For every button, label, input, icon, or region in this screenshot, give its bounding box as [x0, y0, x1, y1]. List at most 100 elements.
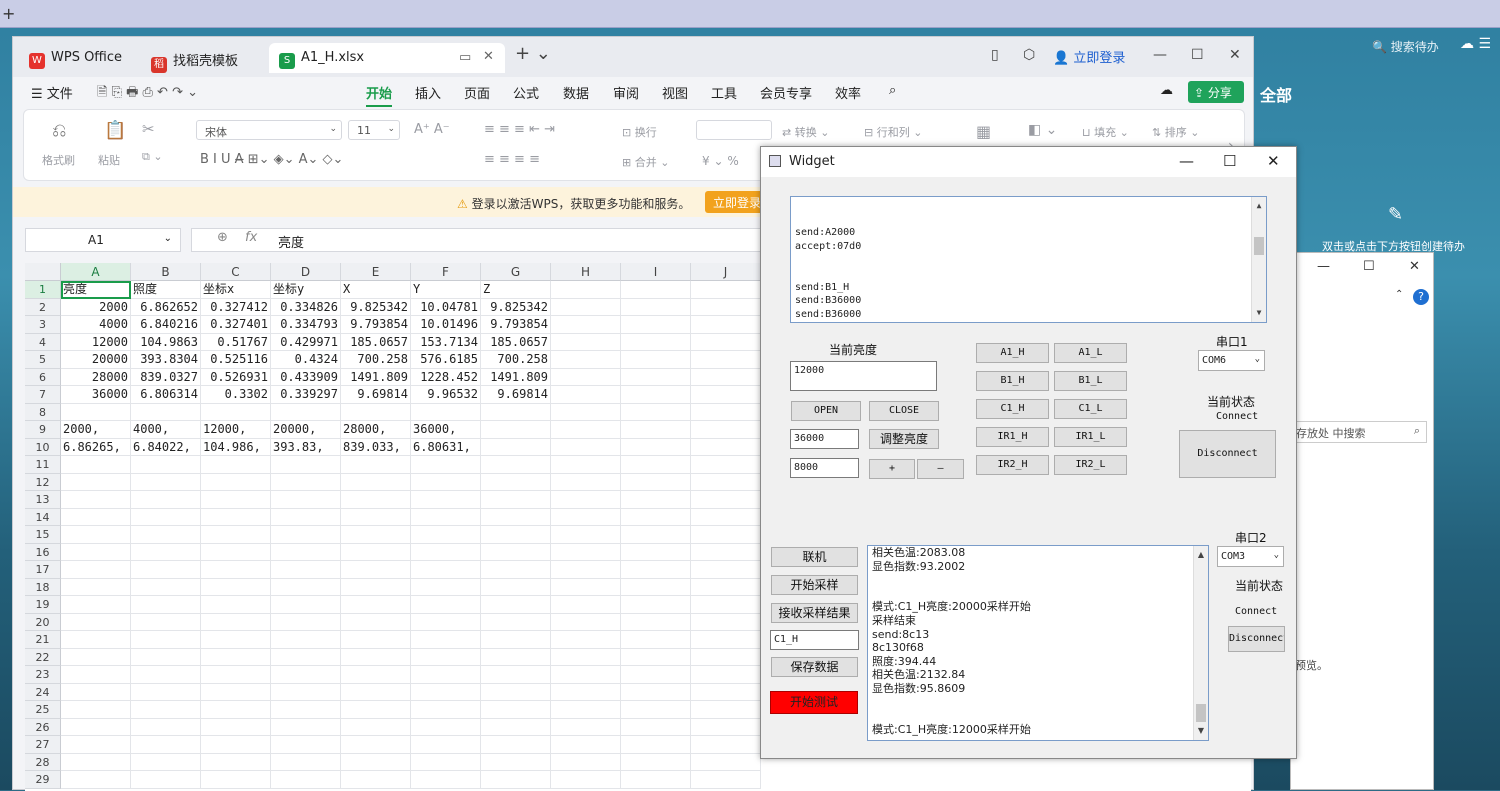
grid-cell[interactable]: 28000 [61, 368, 131, 386]
scroll-up-icon[interactable]: ▲ [1252, 199, 1266, 213]
start-test-button[interactable]: 开始测试 [770, 691, 858, 714]
grid-cell[interactable] [481, 701, 551, 719]
grid-cell[interactable] [481, 456, 551, 474]
grid-cell[interactable] [131, 683, 201, 701]
grid-cell[interactable] [481, 491, 551, 509]
row-header[interactable]: 2 [25, 298, 61, 316]
grid-cell[interactable] [411, 648, 481, 666]
row-header[interactable]: 14 [25, 508, 61, 526]
grid-cell[interactable]: 20000 [61, 351, 131, 369]
minimize-icon[interactable]: — [1153, 47, 1167, 63]
row-header[interactable]: 25 [25, 701, 61, 719]
grid-cell[interactable] [201, 456, 271, 474]
grid-cell[interactable] [411, 403, 481, 421]
grid-cell[interactable]: 0.429971 [271, 333, 341, 351]
rowcol-button[interactable]: ⊟ 行和列 ⌄ [864, 124, 922, 140]
grid-cell[interactable]: 2000 [61, 298, 131, 316]
grid-cell[interactable] [201, 683, 271, 701]
receive-result-button[interactable]: 接收采样结果 [771, 603, 858, 623]
grid-cell[interactable] [131, 666, 201, 684]
connect-button[interactable]: 联机 [771, 547, 858, 567]
grid-cell[interactable] [271, 648, 341, 666]
grid-cell[interactable] [481, 473, 551, 491]
grid-cell[interactable] [271, 666, 341, 684]
row-header[interactable]: 1 [25, 281, 61, 299]
grid-cell[interactable]: 0.334793 [271, 316, 341, 334]
grid-cell[interactable] [341, 491, 411, 509]
grid-cell[interactable] [481, 421, 551, 439]
grid-cell[interactable]: 185.0657 [341, 333, 411, 351]
result-log-textbox[interactable]: ▲ ▼ 相关色温:2083.08 显色指数:93.2002 模式:C1_H亮度:200… [867, 545, 1209, 741]
grid-cell[interactable] [341, 666, 411, 684]
grid-cell[interactable] [411, 543, 481, 561]
grid-cell[interactable] [551, 368, 621, 386]
grid-cell[interactable] [481, 736, 551, 754]
grid-cell[interactable]: 36000, [411, 421, 481, 439]
name-box[interactable]: A1 ⌄ [25, 228, 181, 252]
grid-cell[interactable]: 0.334826 [271, 298, 341, 316]
grid-cell[interactable] [61, 631, 131, 649]
grid-cell[interactable]: 0.433909 [271, 368, 341, 386]
grid-cell[interactable]: 839.033, [341, 438, 411, 456]
grid-cell[interactable] [131, 403, 201, 421]
window-icon[interactable]: ▭ [459, 50, 471, 65]
grid-cell[interactable] [341, 526, 411, 544]
grid-cell[interactable] [341, 473, 411, 491]
mode-button-b1-h[interactable]: B1_H [976, 371, 1049, 391]
grid-cell[interactable] [271, 613, 341, 631]
row-header[interactable]: 29 [25, 771, 61, 789]
grid-cell[interactable] [691, 648, 761, 666]
grid-cell[interactable] [61, 753, 131, 771]
grid-cell[interactable] [271, 631, 341, 649]
wrap-button[interactable]: ⊡ 换行 [622, 124, 657, 140]
grid-cell[interactable] [691, 456, 761, 474]
row-header[interactable]: 24 [25, 683, 61, 701]
row-header[interactable]: 19 [25, 596, 61, 614]
grid-cell[interactable] [411, 701, 481, 719]
grid-cell[interactable] [271, 683, 341, 701]
grid-cell[interactable] [411, 631, 481, 649]
row-header[interactable]: 27 [25, 736, 61, 754]
formula-input[interactable]: 亮度 [191, 228, 771, 252]
grid-cell[interactable] [551, 753, 621, 771]
grid-cell[interactable] [691, 421, 761, 439]
grid-cell[interactable] [411, 718, 481, 736]
scroll-thumb[interactable] [1254, 237, 1264, 255]
grid-cell[interactable] [551, 333, 621, 351]
current-brightness-field[interactable]: 12000 [790, 361, 937, 391]
mode-button-ir1-h[interactable]: IR1_H [976, 427, 1049, 447]
send-log-textbox[interactable]: ▲ ▼ send:A2000 accept:07d0 send:B1_H send:B3… [790, 196, 1267, 323]
grid-cell[interactable] [481, 718, 551, 736]
grid-cell[interactable] [411, 771, 481, 789]
grid-cell[interactable]: 4000 [61, 316, 131, 334]
row-header[interactable]: 7 [25, 386, 61, 404]
grid-cell[interactable] [61, 473, 131, 491]
grid-cell[interactable] [131, 736, 201, 754]
menu-view[interactable]: 视图 [662, 83, 688, 102]
grid-cell[interactable] [341, 403, 411, 421]
grid-cell[interactable] [621, 683, 691, 701]
grid-cell[interactable]: 照度 [131, 281, 201, 299]
grid-cell[interactable] [551, 456, 621, 474]
grid-cell[interactable] [551, 403, 621, 421]
mode-button-c1-l[interactable]: C1_L [1054, 399, 1127, 419]
grid-cell[interactable] [341, 543, 411, 561]
grid-cell[interactable]: 6.862652 [131, 298, 201, 316]
grid-cell[interactable] [551, 718, 621, 736]
grid-cell[interactable] [61, 456, 131, 474]
grid-cell[interactable] [621, 613, 691, 631]
grid-cell[interactable] [61, 543, 131, 561]
grid-cell[interactable] [271, 473, 341, 491]
grid-cell[interactable] [691, 736, 761, 754]
grid-cell[interactable]: 6.840216 [131, 316, 201, 334]
grid-cell[interactable] [61, 648, 131, 666]
grid-cell[interactable] [551, 526, 621, 544]
mode-field[interactable]: C1_H [770, 630, 859, 650]
grid-cell[interactable] [201, 736, 271, 754]
grid-cell[interactable] [551, 613, 621, 631]
grid-cell[interactable] [691, 543, 761, 561]
column-header[interactable]: J [691, 263, 761, 281]
grid-cell[interactable]: 0.526931 [201, 368, 271, 386]
grid-cell[interactable] [551, 421, 621, 439]
grid-cell[interactable] [691, 701, 761, 719]
